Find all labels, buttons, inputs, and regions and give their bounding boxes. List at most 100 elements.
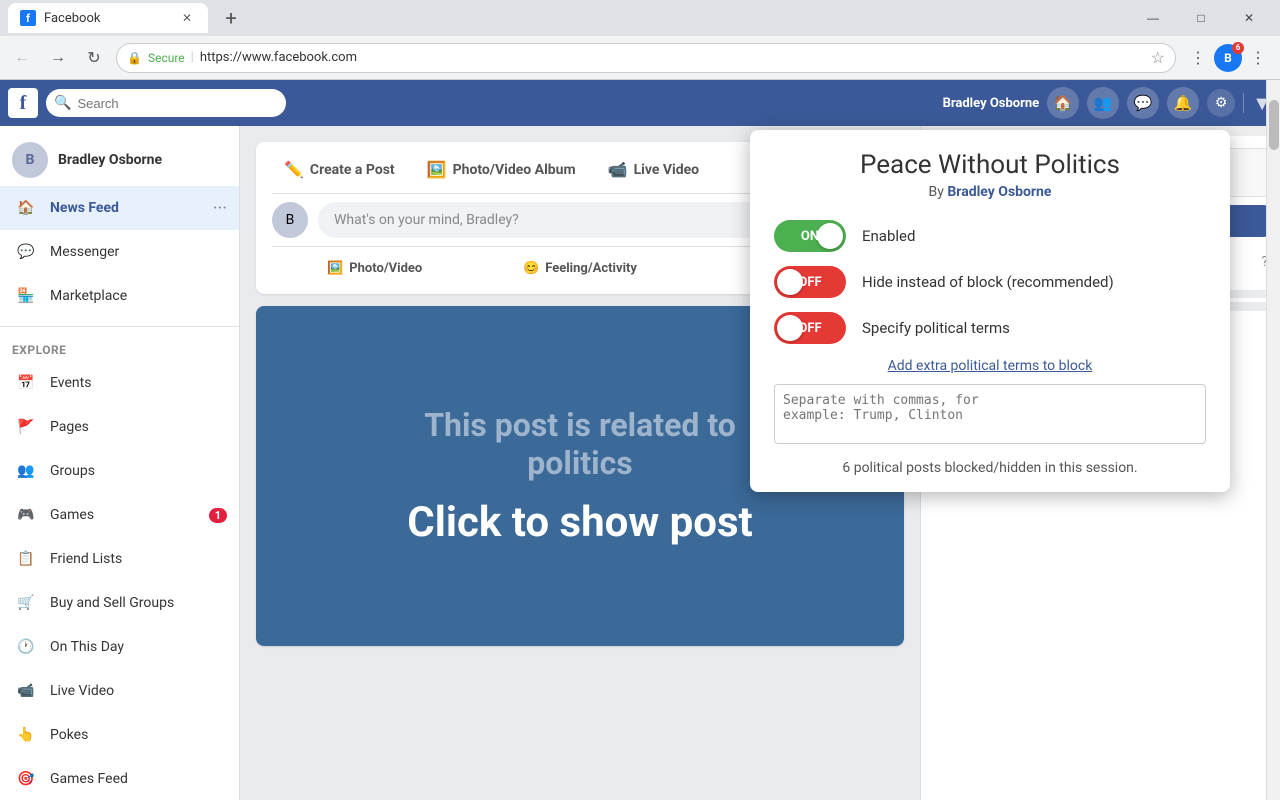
toggle-specify-text: Specify political terms bbox=[862, 319, 1010, 337]
stats-text: 6 political posts blocked/hidden in this… bbox=[842, 460, 1137, 476]
bookmark-icon[interactable]: ☆ bbox=[1151, 48, 1165, 67]
scrollbar-thumb[interactable] bbox=[1269, 100, 1279, 150]
sidebar-games-label: Games bbox=[50, 507, 199, 523]
feeling-icon: 😊 bbox=[523, 261, 539, 276]
marketplace-icon: 🏪 bbox=[12, 282, 40, 310]
sidebar-buy-sell-label: Buy and Sell Groups bbox=[50, 595, 227, 611]
forward-button[interactable]: → bbox=[44, 44, 72, 72]
sidebar-item-buy-sell[interactable]: 🛒 Buy and Sell Groups bbox=[0, 581, 239, 625]
sidebar-item-games-feed[interactable]: 🎯 Games Feed bbox=[0, 757, 239, 800]
photo-video-action-label: Photo/Video bbox=[349, 261, 422, 276]
terms-textarea[interactable] bbox=[774, 384, 1206, 444]
post-overlay-text: This post is related topolitics bbox=[424, 406, 736, 482]
photo-video-action[interactable]: 🖼️ Photo/Video bbox=[272, 255, 477, 282]
active-tab[interactable]: f Facebook ✕ bbox=[8, 3, 208, 33]
live-video-label: Live Video bbox=[634, 162, 700, 178]
header-divider bbox=[1243, 93, 1244, 113]
live-video-icon: 📹 bbox=[12, 677, 40, 705]
notifications-icon-btn[interactable]: 🔔 bbox=[1167, 87, 1199, 119]
sidebar-games-feed-label: Games Feed bbox=[50, 771, 227, 787]
sidebar-on-this-day-label: On This Day bbox=[50, 639, 227, 655]
sidebar-item-news-feed[interactable]: 🏠 News Feed ··· bbox=[0, 186, 239, 230]
search-input[interactable] bbox=[77, 96, 278, 111]
home-icon-btn[interactable]: 🏠 bbox=[1047, 87, 1079, 119]
secure-text: Secure bbox=[148, 51, 185, 65]
sidebar-item-events[interactable]: 📅 Events bbox=[0, 361, 239, 405]
titlebar: f Facebook ✕ + — □ ✕ bbox=[0, 0, 1280, 36]
games-icon: 🎮 bbox=[12, 501, 40, 529]
sidebar-pages-label: Pages bbox=[50, 419, 227, 435]
sidebar-user-avatar: B bbox=[12, 142, 48, 178]
news-feed-more-icon[interactable]: ··· bbox=[213, 198, 227, 219]
on-this-day-icon: 🕐 bbox=[12, 633, 40, 661]
add-terms-link[interactable]: Add extra political terms to block bbox=[774, 358, 1206, 374]
games-feed-icon: 🎯 bbox=[12, 765, 40, 793]
header-username: Bradley Osborne bbox=[943, 96, 1040, 111]
buy-sell-icon: 🛒 bbox=[12, 589, 40, 617]
messenger-icon: 💬 bbox=[12, 238, 40, 266]
fb-search-box[interactable]: 🔍 bbox=[46, 89, 286, 117]
sidebar-pokes-label: Pokes bbox=[50, 727, 227, 743]
friends-icon-btn[interactable]: 👥 bbox=[1087, 87, 1119, 119]
menu-icon[interactable]: ⋮ bbox=[1244, 44, 1272, 72]
create-post-tab[interactable]: ✏️ Create a Post bbox=[272, 154, 407, 185]
friend-lists-icon: 📋 bbox=[12, 545, 40, 573]
messages-icon-btn[interactable]: 💬 bbox=[1127, 87, 1159, 119]
toggle-specify-label: OFF bbox=[798, 321, 821, 336]
toolbar-icons: ⋮ B 6 ⋮ bbox=[1184, 44, 1272, 72]
sidebar-item-groups[interactable]: 👥 Groups bbox=[0, 449, 239, 493]
extension-author: By Bradley Osborne bbox=[774, 184, 1206, 200]
photo-video-action-icon: 🖼️ bbox=[327, 261, 343, 276]
address-bar[interactable]: 🔒 Secure | https://www.facebook.com ☆ bbox=[116, 43, 1176, 73]
post-input-placeholder: What's on your mind, Bradley? bbox=[334, 212, 519, 228]
sidebar-live-video-label: Live Video bbox=[50, 683, 227, 699]
tab-close-button[interactable]: ✕ bbox=[178, 9, 196, 27]
toggle-hide-switch[interactable]: OFF bbox=[774, 266, 846, 298]
events-icon: 📅 bbox=[12, 369, 40, 397]
live-video-tab[interactable]: 📹 Live Video bbox=[596, 154, 711, 185]
new-tab-button[interactable]: + bbox=[216, 3, 246, 33]
minimize-button[interactable]: — bbox=[1130, 4, 1176, 32]
right-scrollbar[interactable] bbox=[1266, 80, 1280, 800]
tab-favicon: f bbox=[20, 10, 36, 26]
maximize-button[interactable]: □ bbox=[1178, 4, 1224, 32]
explore-section-title: EXPLORE bbox=[0, 335, 239, 361]
extension-stats: 6 political posts blocked/hidden in this… bbox=[774, 460, 1206, 476]
user-avatar-icon[interactable]: B 6 bbox=[1214, 44, 1242, 72]
settings-gear-icon[interactable]: ⚙ bbox=[1207, 89, 1235, 117]
extensions-icon[interactable]: ⋮ bbox=[1184, 44, 1212, 72]
sidebar-item-friend-lists[interactable]: 📋 Friend Lists bbox=[0, 537, 239, 581]
header-right: Bradley Osborne 🏠 👥 💬 🔔 ⚙ ▼ bbox=[943, 87, 1272, 119]
author-prefix: By bbox=[929, 184, 944, 200]
pages-icon: 🚩 bbox=[12, 413, 40, 441]
close-button[interactable]: ✕ bbox=[1226, 4, 1272, 32]
author-name-link[interactable]: Bradley Osborne bbox=[947, 184, 1051, 200]
sidebar-item-games[interactable]: 🎮 Games 1 bbox=[0, 493, 239, 537]
toggle-hide-text: Hide instead of block (recommended) bbox=[862, 273, 1114, 291]
toggle-specify-row: OFF Specify political terms bbox=[774, 312, 1206, 344]
sidebar-item-pokes[interactable]: 👆 Pokes bbox=[0, 713, 239, 757]
groups-icon: 👥 bbox=[12, 457, 40, 485]
sidebar-user-item[interactable]: B Bradley Osborne bbox=[0, 134, 239, 186]
sidebar-friend-lists-label: Friend Lists bbox=[50, 551, 227, 567]
fb-logo: f bbox=[8, 88, 38, 118]
refresh-button[interactable]: ↻ bbox=[80, 44, 108, 72]
sidebar-item-live-video[interactable]: 📹 Live Video bbox=[0, 669, 239, 713]
post-click-text: Click to show post bbox=[407, 498, 752, 547]
photo-video-tab[interactable]: 🖼️ Photo/Video Album bbox=[415, 154, 588, 185]
feeling-activity-action[interactable]: 😊 Feeling/Activity bbox=[477, 255, 682, 282]
sidebar-item-marketplace[interactable]: 🏪 Marketplace bbox=[0, 274, 239, 318]
toggle-specify-switch[interactable]: OFF bbox=[774, 312, 846, 344]
video-icon: 📹 bbox=[608, 160, 628, 179]
sidebar-item-pages[interactable]: 🚩 Pages bbox=[0, 405, 239, 449]
pokes-icon: 👆 bbox=[12, 721, 40, 749]
post-input-avatar: B bbox=[272, 202, 308, 238]
toggle-enabled-switch[interactable]: ON bbox=[774, 220, 846, 252]
sidebar-item-messenger[interactable]: 💬 Messenger bbox=[0, 230, 239, 274]
toggle-enabled-row: ON Enabled bbox=[774, 220, 1206, 252]
sidebar-item-on-this-day[interactable]: 🕐 On This Day bbox=[0, 625, 239, 669]
extension-popup: Peace Without Politics By Bradley Osborn… bbox=[750, 130, 1230, 492]
lock-icon: 🔒 bbox=[127, 51, 142, 65]
back-button[interactable]: ← bbox=[8, 44, 36, 72]
user-badge: 6 bbox=[1232, 42, 1244, 54]
